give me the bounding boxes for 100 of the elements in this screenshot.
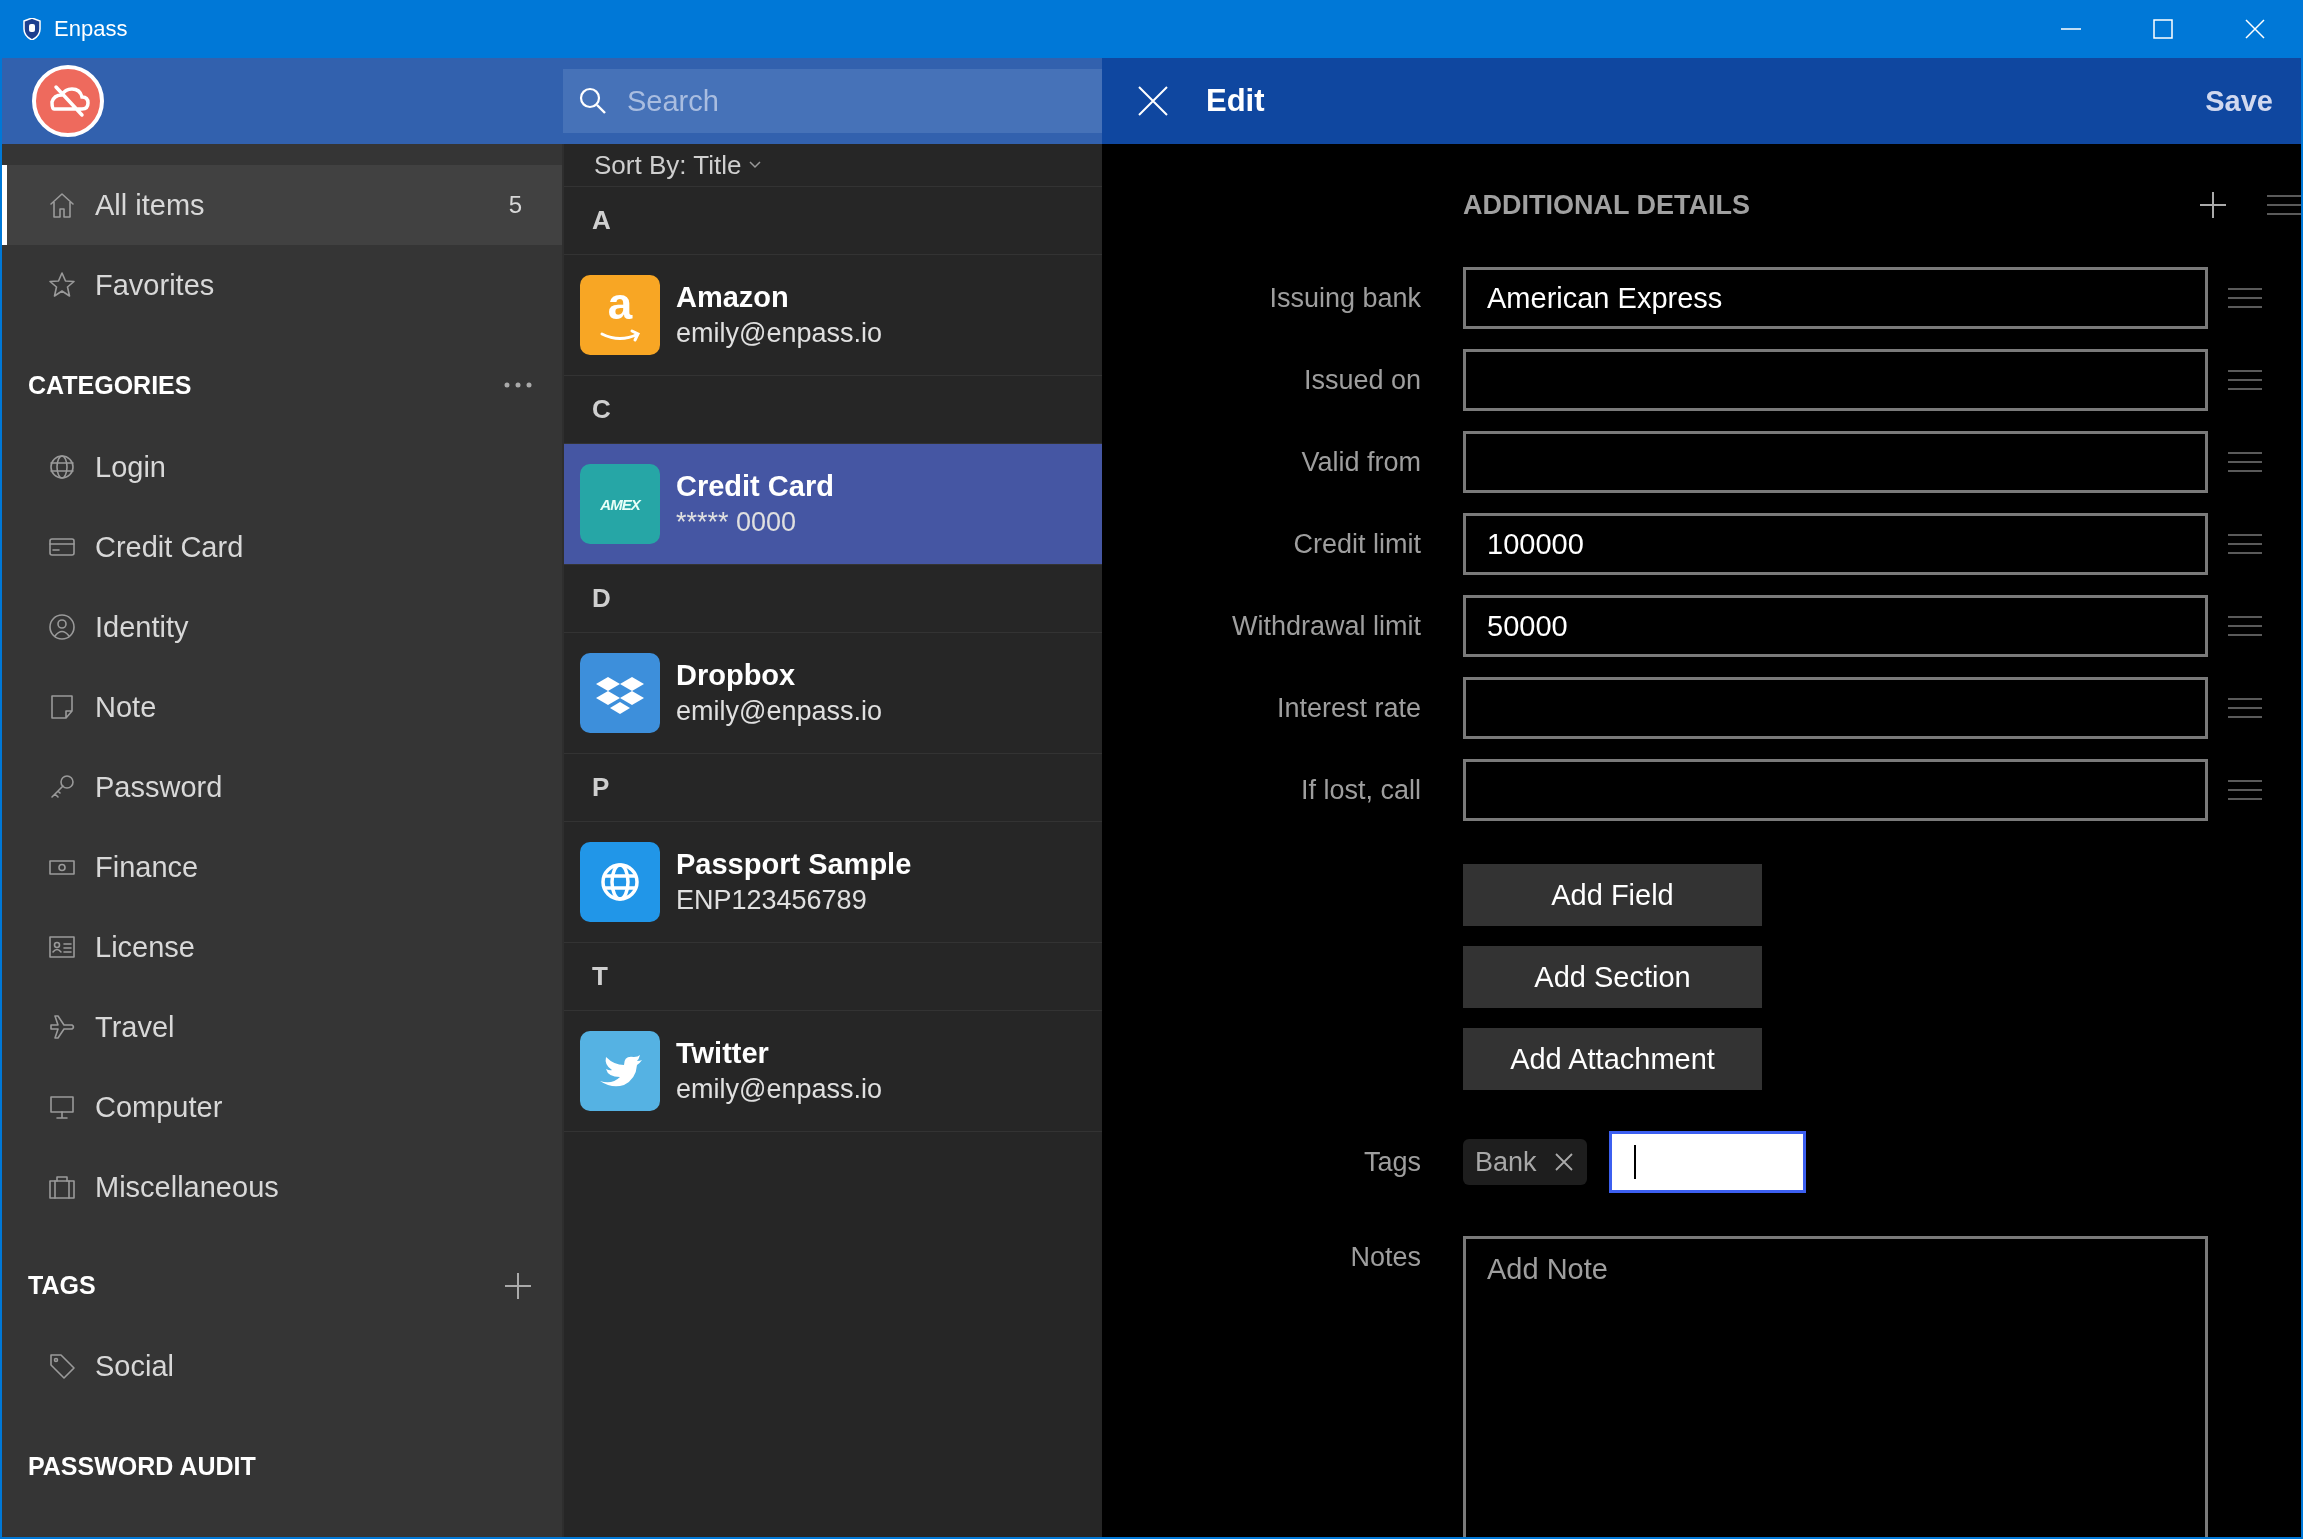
drag-handle-icon[interactable] xyxy=(2228,534,2262,554)
list-item[interactable]: Dropbox emily@enpass.io xyxy=(564,633,1102,754)
save-button[interactable]: Save xyxy=(2205,84,2273,118)
category-label: Note xyxy=(95,690,157,724)
drag-handle-icon[interactable] xyxy=(2228,370,2262,390)
item-title: Passport Sample xyxy=(676,848,912,881)
input-field[interactable]: 100000 xyxy=(1463,513,2208,575)
list-item[interactable]: Twitter emily@enpass.io xyxy=(564,1011,1102,1132)
group-letter: A xyxy=(592,205,611,236)
add-button[interactable]: Add Field xyxy=(1463,864,1762,926)
item-title: Twitter xyxy=(676,1037,770,1070)
item-title: Dropbox xyxy=(676,659,797,692)
field-label: Interest rate xyxy=(1275,692,1421,724)
input-field[interactable]: 50000 xyxy=(1463,595,2208,657)
close-icon[interactable] xyxy=(2245,19,2265,39)
sidebar-item-label: All items xyxy=(95,188,205,222)
panel-title: Edit xyxy=(1206,83,1265,119)
tag-label: Social xyxy=(95,1349,174,1383)
logo-text: AMEX xyxy=(600,495,640,513)
item-subtitle: emily@enpass.io xyxy=(676,696,882,727)
list-item[interactable]: Passport Sample ENP123456789 xyxy=(564,822,1102,943)
drag-handle-icon[interactable] xyxy=(2228,452,2262,472)
window-title: Enpass xyxy=(54,16,128,42)
sidebar-item-label: Favorites xyxy=(95,268,215,302)
item-subtitle: ***** 0000 xyxy=(676,507,798,538)
sidebar-item[interactable]: Favorites xyxy=(2,245,562,325)
logo-text: a xyxy=(607,282,633,326)
bird-icon xyxy=(600,1055,642,1087)
category-item[interactable]: Password xyxy=(2,747,562,827)
plus-icon[interactable] xyxy=(504,1271,532,1300)
drag-handle-icon[interactable] xyxy=(2228,780,2262,800)
sort-dropdown[interactable]: Sort By: Title xyxy=(594,149,742,181)
section-heading: CATEGORIES xyxy=(28,370,192,400)
category-label: Travel xyxy=(95,1010,175,1044)
tag-chip[interactable]: Bank xyxy=(1463,1139,1587,1185)
close-icon[interactable] xyxy=(1138,86,1168,116)
category-label: Computer xyxy=(95,1090,223,1124)
drag-handle-icon[interactable] xyxy=(2228,698,2262,718)
category-label: Miscellaneous xyxy=(95,1170,279,1204)
more-icon[interactable] xyxy=(504,382,532,388)
category-item[interactable]: Miscellaneous xyxy=(2,1147,562,1227)
globe-icon xyxy=(601,863,639,901)
field-label: Credit limit xyxy=(1292,528,1421,560)
list-item[interactable]: AMEX Credit Card ***** 0000 xyxy=(564,444,1102,565)
drag-handle-icon[interactable] xyxy=(2228,288,2262,308)
field-label: Tags xyxy=(1362,1146,1421,1178)
add-button[interactable]: Add Attachment xyxy=(1463,1028,1762,1090)
group-letter: D xyxy=(592,583,611,614)
field-label: Issuing bank xyxy=(1268,282,1421,314)
field-label: If lost, call xyxy=(1299,774,1421,806)
category-item[interactable]: Travel xyxy=(2,987,562,1067)
plus-icon[interactable] xyxy=(2199,191,2227,219)
section-heading: ADDITIONAL DETAILS xyxy=(1463,189,1750,221)
category-item[interactable]: Login xyxy=(2,427,562,507)
field-label: Valid from xyxy=(1300,446,1421,478)
remove-icon[interactable] xyxy=(1554,1153,1573,1171)
drag-handle-icon[interactable] xyxy=(2228,616,2262,636)
category-item[interactable]: Computer xyxy=(2,1067,562,1147)
person-icon xyxy=(47,612,77,642)
category-label: Identity xyxy=(95,610,189,644)
maximize-icon[interactable] xyxy=(2153,19,2173,39)
input-field[interactable]: American Express xyxy=(1463,267,2208,329)
star-icon xyxy=(47,270,77,300)
section-heading[interactable]: PASSWORD AUDIT xyxy=(28,1451,256,1481)
group-letter: P xyxy=(592,772,610,803)
crossed-cloud-icon[interactable] xyxy=(32,65,104,137)
group-letter: C xyxy=(592,394,611,425)
category-item[interactable]: Identity xyxy=(2,587,562,667)
field-label: Issued on xyxy=(1302,364,1421,396)
smile-arrow-icon xyxy=(600,329,640,342)
category-item[interactable]: Note xyxy=(2,667,562,747)
add-button[interactable]: Add Section xyxy=(1463,946,1762,1008)
input-field[interactable] xyxy=(1463,431,2208,493)
category-item[interactable]: Finance xyxy=(2,827,562,907)
item-subtitle: ENP123456789 xyxy=(676,885,868,916)
list-item[interactable]: a Amazon emily@enpass.io xyxy=(564,255,1102,376)
category-item[interactable]: License xyxy=(2,907,562,987)
notes-field[interactable]: Add Note xyxy=(1463,1236,2208,1537)
caret-icon xyxy=(749,161,762,169)
input-field[interactable] xyxy=(1463,759,2208,821)
open-box-icon xyxy=(596,677,644,714)
category-item[interactable]: Credit Card xyxy=(2,507,562,587)
field-label: Notes xyxy=(1349,1241,1421,1273)
group-letter: T xyxy=(592,961,608,992)
item-subtitle: emily@enpass.io xyxy=(676,318,882,349)
input-field[interactable] xyxy=(1463,677,2208,739)
category-label: Credit Card xyxy=(95,530,244,564)
section-heading: TAGS xyxy=(28,1271,96,1300)
drag-handle-icon[interactable] xyxy=(2267,195,2301,215)
item-title: Amazon xyxy=(676,281,790,314)
sidebar-item[interactable]: All items 5 xyxy=(2,165,562,245)
tag-item[interactable]: Social xyxy=(2,1326,562,1406)
input-field[interactable] xyxy=(1463,349,2208,411)
category-label: Password xyxy=(95,770,223,804)
item-subtitle: emily@enpass.io xyxy=(676,1074,882,1105)
category-label: License xyxy=(95,930,195,964)
tag-input[interactable] xyxy=(1608,1131,1806,1193)
globe-icon xyxy=(47,452,77,482)
shield-icon xyxy=(22,18,42,40)
field-label: Withdrawal limit xyxy=(1230,610,1421,642)
